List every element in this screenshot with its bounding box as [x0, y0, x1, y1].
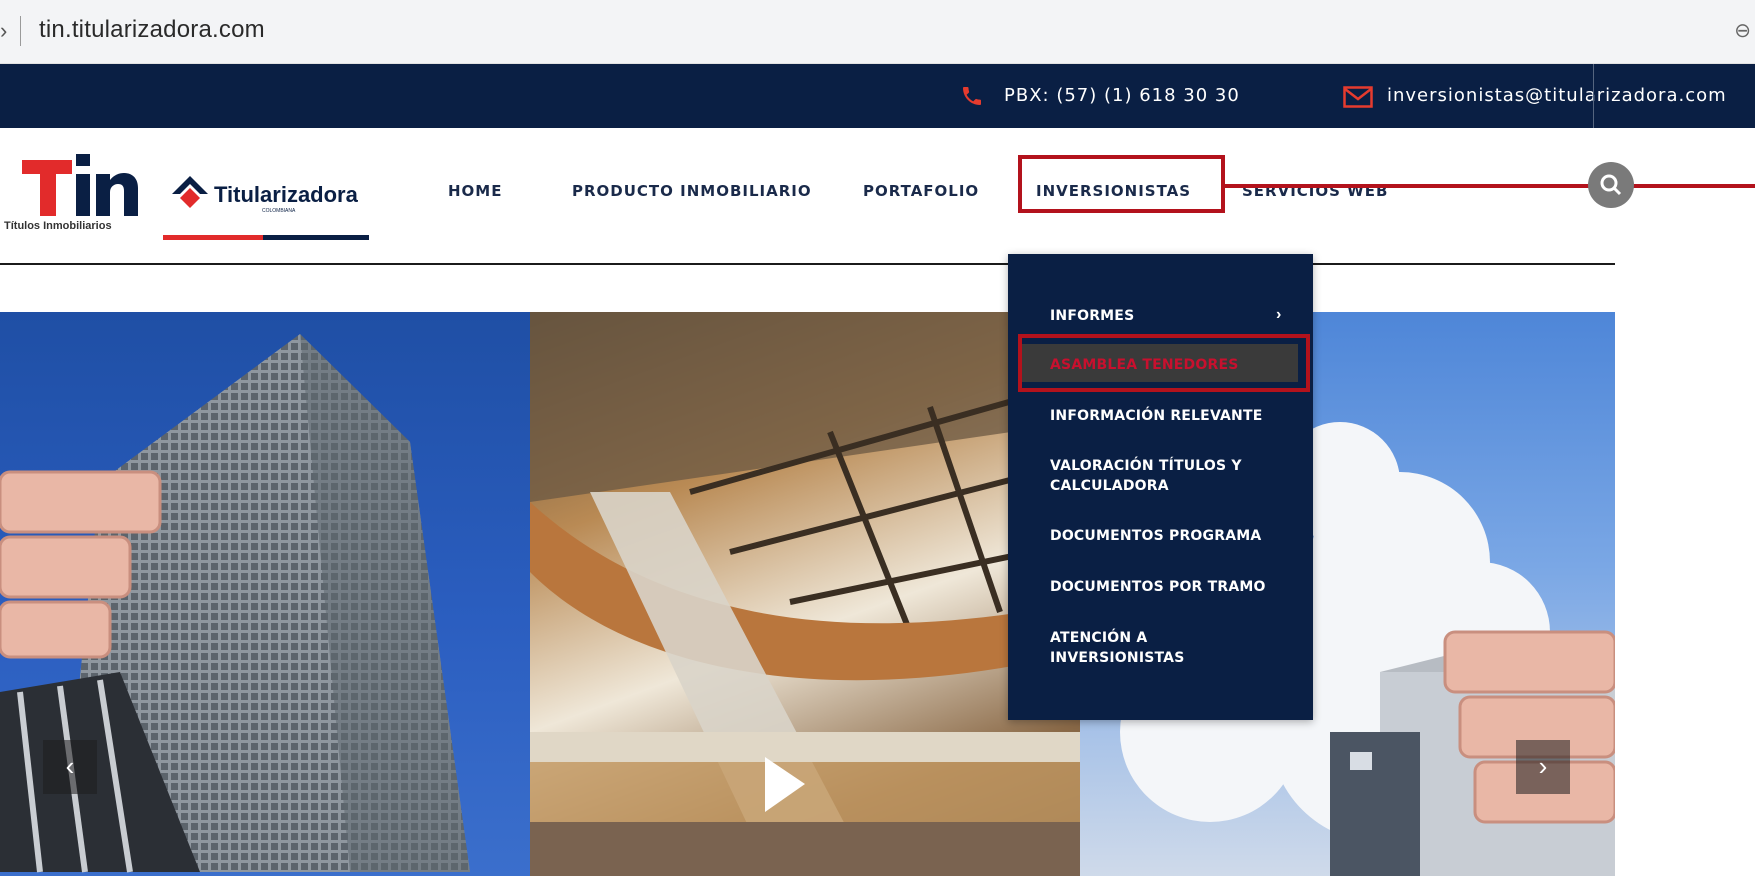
header-rule	[0, 263, 1615, 265]
dropdown-item-documentos-por-tramo[interactable]: DOCUMENTOS POR TRAMO	[1050, 577, 1280, 597]
inversionistas-dropdown: INFORMES › ASAMBLEA TENEDORES INFORMACIÓ…	[1008, 254, 1313, 720]
hero-image-atrium	[530, 312, 1081, 876]
browser-address-bar: › tin.titularizadora.com ⊖	[0, 0, 1755, 64]
titularizadora-subtext: COLOMBIANA	[262, 208, 296, 214]
logo-underline-navy	[263, 235, 369, 240]
dropdown-item-documentos-programa[interactable]: DOCUMENTOS PROGRAMA	[1050, 526, 1280, 546]
dropdown-item-informacion-relevante[interactable]: INFORMACIÓN RELEVANTE	[1050, 406, 1280, 426]
slider-next-button[interactable]: ›	[1516, 740, 1570, 794]
submenu-chevron-icon: ›	[1276, 306, 1282, 323]
address-prefix-icon: ›	[0, 18, 8, 43]
logo-underline-red	[163, 235, 263, 240]
hero-slider: ‹ ›	[0, 312, 1615, 876]
dropdown-item-atencion-inversionistas[interactable]: ATENCIÓN A INVERSIONISTAS	[1050, 628, 1280, 668]
tin-logo[interactable]	[20, 152, 140, 218]
search-icon	[1600, 174, 1622, 196]
address-separator	[20, 16, 21, 46]
asamblea-highlight	[1018, 334, 1310, 392]
titularizadora-logo[interactable]: Titularizadora COLOMBIANA	[170, 172, 370, 224]
email-link[interactable]: inversionistas@titularizadora.com	[1387, 85, 1727, 106]
callout-line	[1225, 184, 1755, 188]
dropdown-item-valoracion-titulos[interactable]: VALORACIÓN TÍTULOS Y CALCULADORA	[1050, 456, 1280, 496]
contact-bar: PBX: (57) (1) 618 30 30 inversionistas@t…	[0, 64, 1755, 128]
search-button[interactable]	[1588, 162, 1634, 208]
inversionistas-highlight	[1018, 155, 1225, 213]
topbar-divider	[1593, 64, 1594, 128]
url-field[interactable]: tin.titularizadora.com	[39, 16, 265, 44]
dropdown-item-informes[interactable]: INFORMES	[1050, 306, 1280, 326]
phone-number[interactable]: PBX: (57) (1) 618 30 30	[1004, 85, 1240, 106]
phone-icon	[963, 87, 981, 105]
nav-home[interactable]: HOME	[448, 182, 502, 200]
slider-prev-button[interactable]: ‹	[43, 740, 97, 794]
nav-producto-inmobiliario[interactable]: PRODUCTO INMOBILIARIO	[572, 182, 812, 200]
titularizadora-wordmark: Titularizadora	[214, 182, 359, 207]
zoom-icon[interactable]: ⊖	[1734, 18, 1751, 43]
nav-portafolio[interactable]: PORTAFOLIO	[863, 182, 979, 200]
mail-icon	[1343, 86, 1373, 108]
tin-tagline: Títulos Inmobiliarios	[4, 220, 112, 232]
